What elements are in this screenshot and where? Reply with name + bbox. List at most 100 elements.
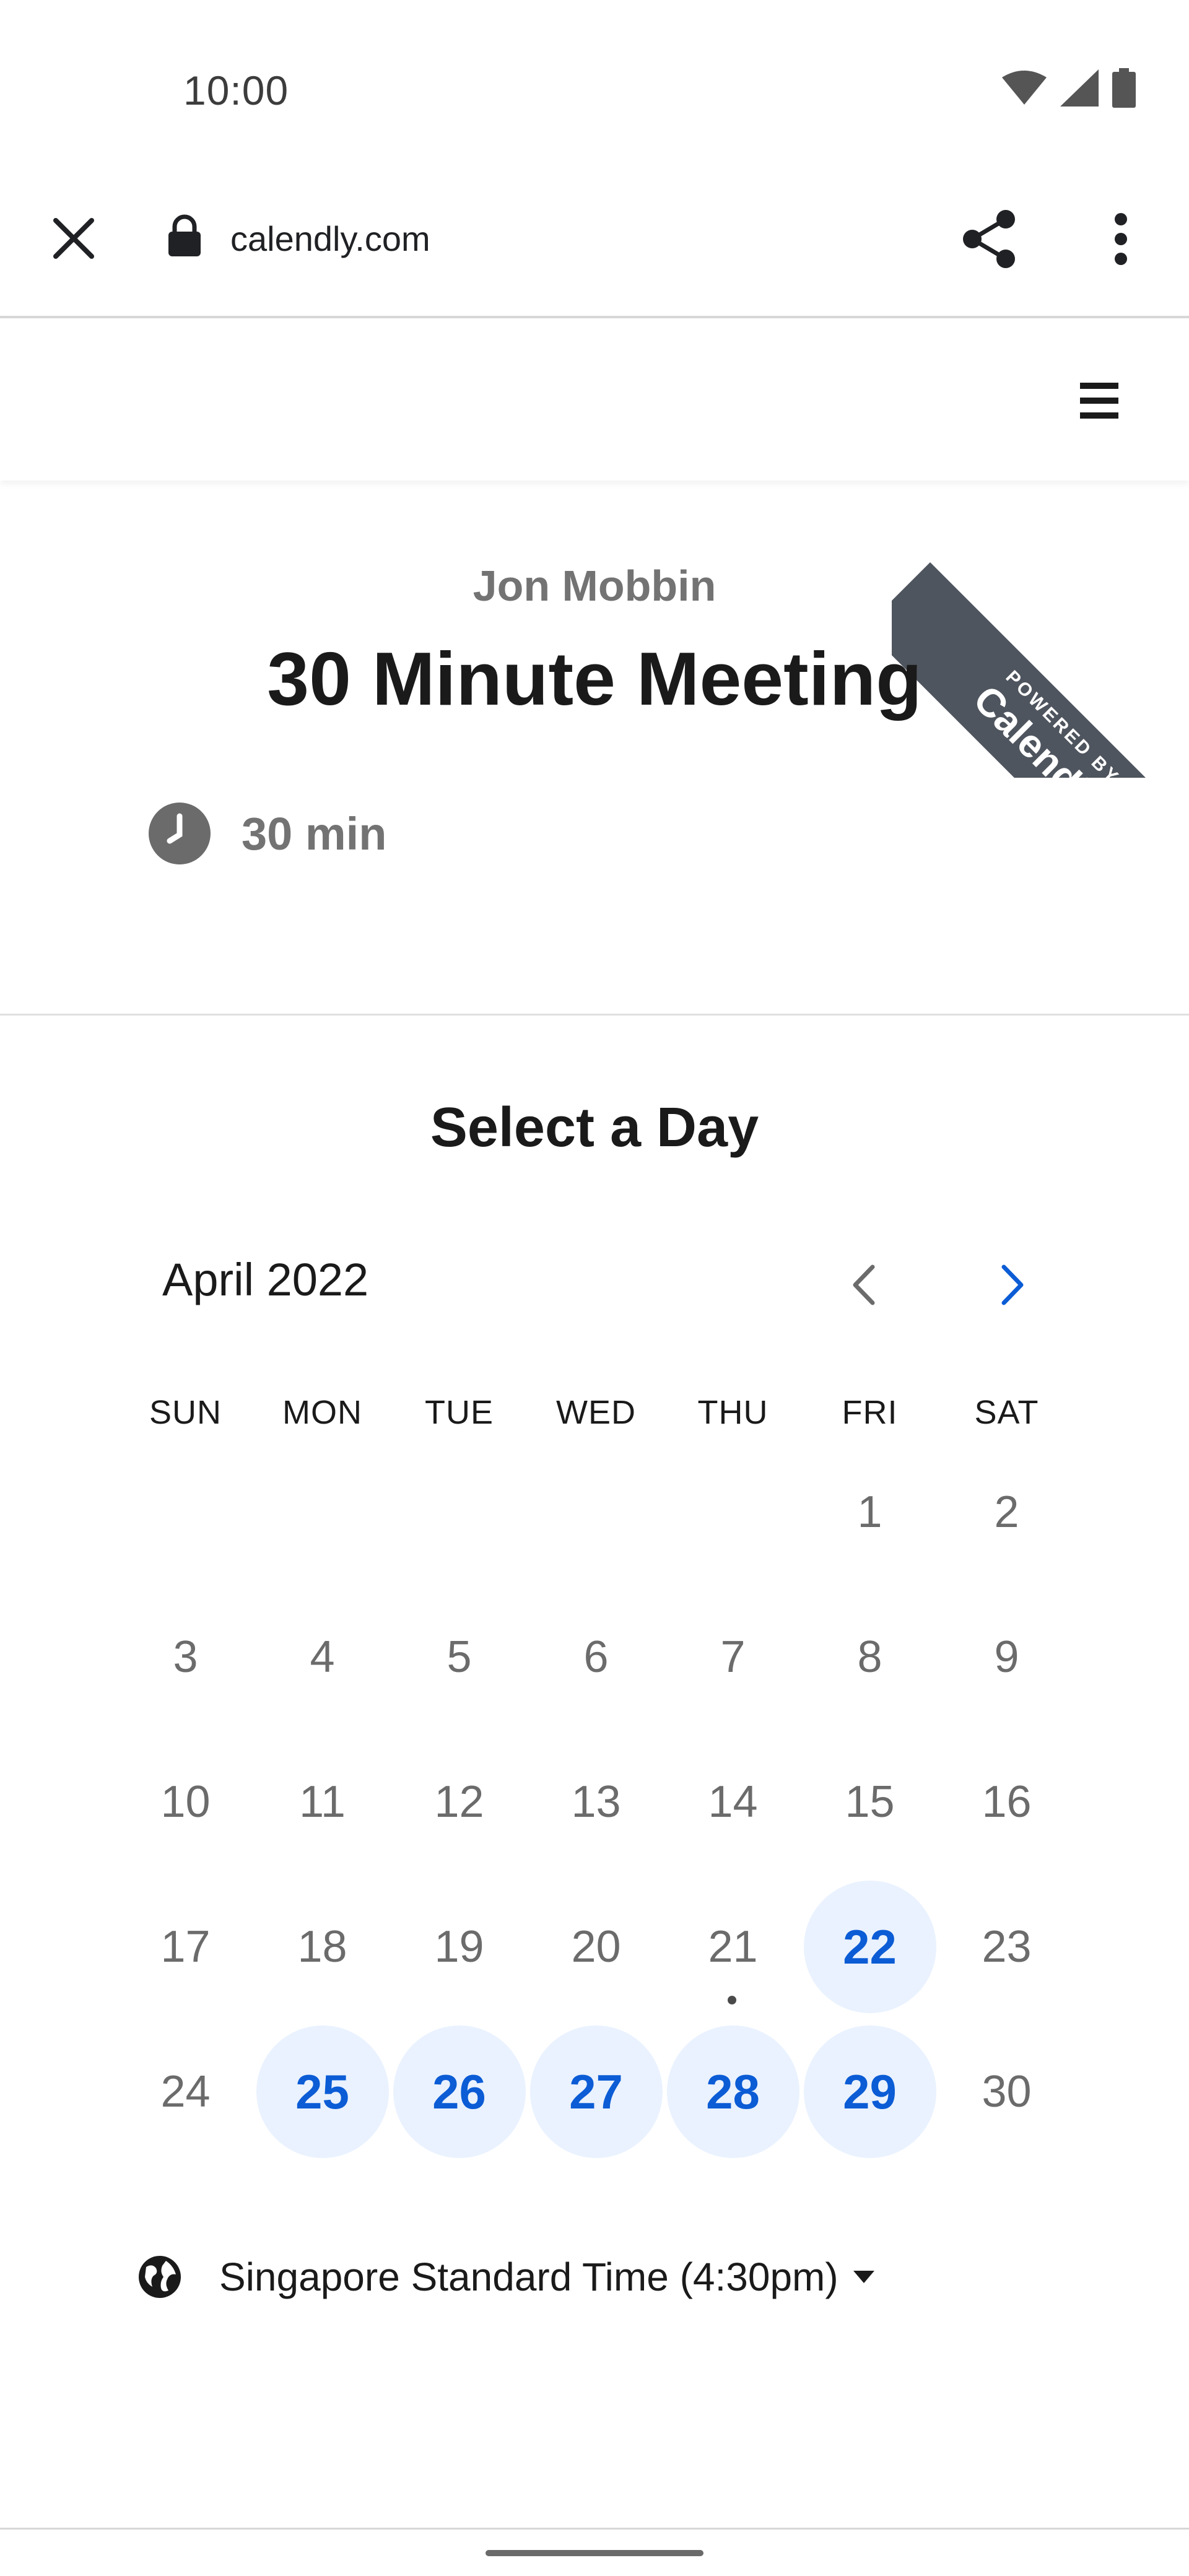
powered-by-ribbon[interactable]: POWERED BY Calendly bbox=[892, 481, 1189, 778]
day-2: 2 bbox=[938, 1440, 1075, 1585]
bottom-divider bbox=[0, 2528, 1189, 2530]
weekday-label: MON bbox=[282, 1394, 362, 1431]
day-number: 3 bbox=[173, 1632, 198, 1682]
day-8: 8 bbox=[801, 1585, 938, 1730]
wifi-icon bbox=[1002, 71, 1047, 105]
day-number: 14 bbox=[708, 1777, 758, 1827]
timezone-selector[interactable]: Singapore Standard Time (4:30pm) bbox=[137, 2254, 874, 2300]
available-day-29[interactable]: 29 bbox=[801, 2019, 938, 2164]
available-day-26[interactable]: 26 bbox=[391, 2019, 528, 2164]
status-icons bbox=[1002, 68, 1136, 108]
weekday-label: SAT bbox=[974, 1394, 1039, 1431]
share-button[interactable] bbox=[959, 208, 1021, 270]
status-time: 10:00 bbox=[183, 67, 289, 113]
lock-icon bbox=[168, 214, 201, 256]
day-number: 16 bbox=[982, 1777, 1032, 1827]
day-number: 11 bbox=[299, 1777, 346, 1827]
day-1: 1 bbox=[801, 1440, 938, 1585]
menu-button[interactable] bbox=[1071, 373, 1127, 429]
day-number: 30 bbox=[982, 2067, 1032, 2117]
gesture-home-bar[interactable] bbox=[486, 2550, 703, 2556]
previous-month-button[interactable] bbox=[836, 1251, 892, 1319]
signal-icon bbox=[1060, 69, 1099, 107]
day-number: 8 bbox=[857, 1632, 882, 1682]
weekday-header: SUN MON TUE WED THU FRI SAT bbox=[117, 1393, 1075, 1432]
day-number: 19 bbox=[434, 1922, 484, 1972]
close-tab-button[interactable] bbox=[46, 211, 102, 266]
day-6: 6 bbox=[528, 1585, 664, 1730]
event-title: 30 Minute Meeting bbox=[267, 637, 922, 721]
day-12: 12 bbox=[391, 1730, 528, 1874]
chevron-left-icon bbox=[853, 1264, 875, 1305]
day-10: 10 bbox=[117, 1730, 254, 1874]
day-19: 19 bbox=[391, 1874, 528, 2019]
hamburger-menu-icon bbox=[1080, 383, 1118, 419]
day-3: 3 bbox=[117, 1585, 254, 1730]
event-info: POWERED BY Calendly Jon Mobbin 30 Minute… bbox=[0, 481, 1189, 1016]
day-number: 13 bbox=[571, 1777, 621, 1827]
day-18: 18 bbox=[254, 1874, 391, 2019]
empty-day-cell bbox=[528, 1440, 664, 1585]
day-23: 23 bbox=[938, 1874, 1075, 2019]
empty-day-cell bbox=[664, 1440, 801, 1585]
site-header bbox=[0, 320, 1189, 481]
day-number: 25 bbox=[295, 2064, 349, 2119]
day-number: 15 bbox=[845, 1777, 895, 1827]
day-number: 18 bbox=[297, 1922, 347, 1972]
weekday-label: WED bbox=[556, 1394, 636, 1431]
clock-icon bbox=[149, 803, 211, 864]
day-number: 27 bbox=[569, 2064, 623, 2119]
caret-down-icon bbox=[853, 2271, 874, 2283]
day-7: 7 bbox=[664, 1585, 801, 1730]
next-month-button[interactable] bbox=[985, 1251, 1040, 1319]
day-5: 5 bbox=[391, 1585, 528, 1730]
day-15: 15 bbox=[801, 1730, 938, 1874]
day-number: 6 bbox=[583, 1632, 609, 1682]
day-number: 29 bbox=[843, 2064, 897, 2119]
day-number: 1 bbox=[857, 1487, 882, 1537]
available-day-22[interactable]: 22 bbox=[801, 1874, 938, 2019]
globe-icon bbox=[139, 2256, 181, 2298]
url-bar[interactable]: calendly.com bbox=[230, 214, 430, 264]
day-number: 9 bbox=[994, 1632, 1019, 1682]
day-13: 13 bbox=[528, 1730, 664, 1874]
empty-day-cell bbox=[391, 1440, 528, 1585]
status-bar: 10:00 bbox=[0, 0, 1189, 161]
day-17: 17 bbox=[117, 1874, 254, 2019]
available-day-27[interactable]: 27 bbox=[528, 2019, 664, 2164]
day-16: 16 bbox=[938, 1730, 1075, 1874]
calendar-heading: Select a Day bbox=[430, 1097, 759, 1159]
day-number: 2 bbox=[994, 1487, 1019, 1537]
weekday-label: TUE bbox=[425, 1394, 494, 1431]
browser-toolbar: calendly.com bbox=[0, 161, 1189, 318]
more-vert-icon bbox=[1115, 213, 1127, 265]
day-number: 21 bbox=[708, 1922, 758, 1972]
weekday-label: FRI bbox=[842, 1394, 898, 1431]
available-day-25[interactable]: 25 bbox=[254, 2019, 391, 2164]
empty-day-cell bbox=[254, 1440, 391, 1585]
battery-icon bbox=[1112, 68, 1136, 108]
empty-day-cell bbox=[117, 1440, 254, 1585]
day-number: 20 bbox=[571, 1922, 621, 1972]
day-4: 4 bbox=[254, 1585, 391, 1730]
day-number: 26 bbox=[432, 2064, 486, 2119]
more-options-button[interactable] bbox=[1090, 208, 1152, 270]
day-number: 5 bbox=[446, 1632, 472, 1682]
day-11: 11 bbox=[254, 1730, 391, 1874]
weekday-label: THU bbox=[697, 1394, 769, 1431]
day-14: 14 bbox=[664, 1730, 801, 1874]
weekday-label: SUN bbox=[149, 1394, 222, 1431]
day-21: 21 bbox=[664, 1874, 801, 2019]
day-number: 12 bbox=[434, 1777, 484, 1827]
share-icon bbox=[963, 210, 1015, 268]
duration-label: 30 min bbox=[242, 807, 387, 859]
day-9: 9 bbox=[938, 1585, 1075, 1730]
day-number: 22 bbox=[843, 1919, 897, 1974]
day-24: 24 bbox=[117, 2019, 254, 2164]
day-number: 28 bbox=[706, 2064, 760, 2119]
event-duration: 30 min bbox=[149, 803, 386, 864]
available-day-28[interactable]: 28 bbox=[664, 2019, 801, 2164]
host-name: Jon Mobbin bbox=[473, 562, 716, 610]
day-number: 23 bbox=[982, 1922, 1032, 1972]
close-icon bbox=[53, 218, 94, 259]
